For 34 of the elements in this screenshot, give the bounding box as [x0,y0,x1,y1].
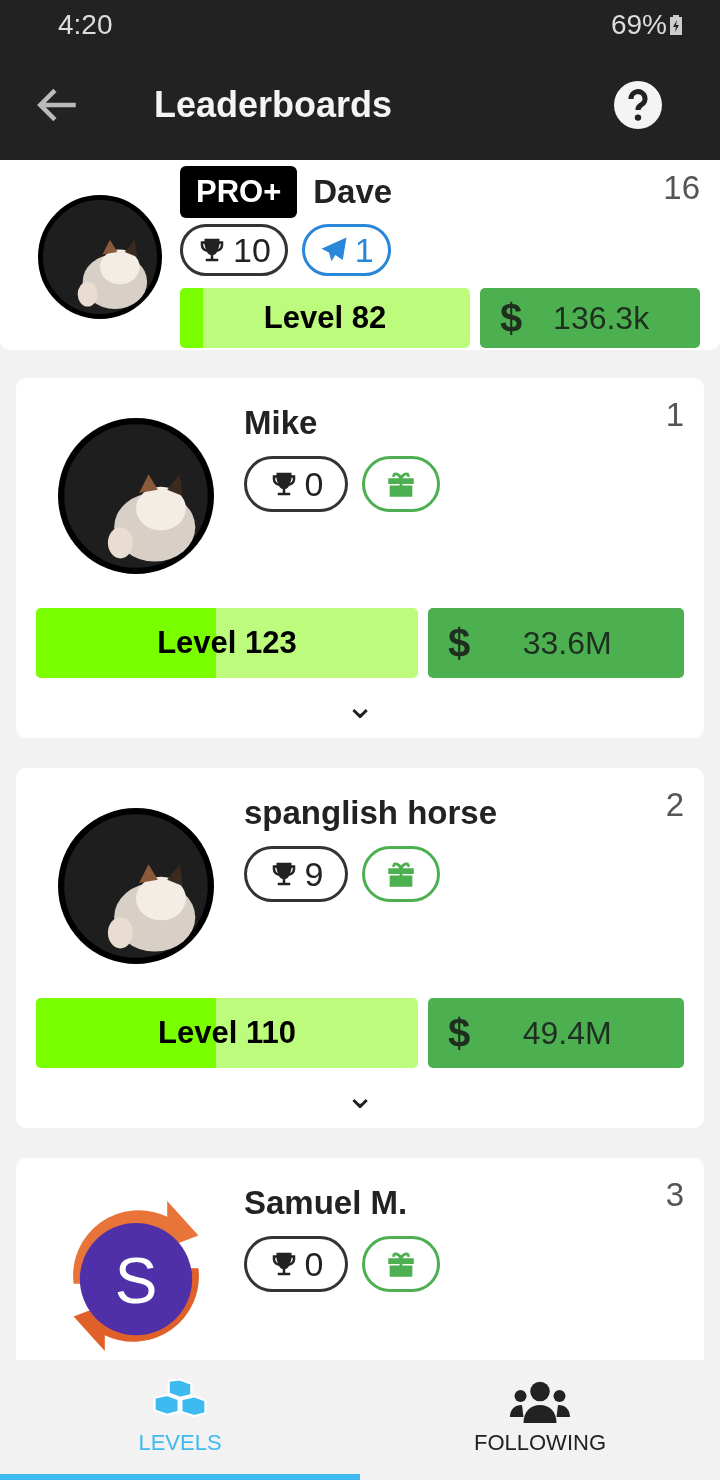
battery-charging-icon [670,15,682,35]
pro-plus-badge: PRO+ [180,166,298,218]
gift-button[interactable] [362,456,440,512]
money-bar: $ 136.3k [480,288,700,348]
expand-button[interactable]: ⌄ [340,686,380,726]
rank-number: 3 [665,1176,684,1214]
player-name: Mike [244,404,319,442]
rank-number: 1 [665,396,684,434]
avatar-letter: S [114,1244,158,1318]
battery-level: 69% [610,9,667,41]
player-name: Dave [313,173,393,211]
gift-button[interactable] [362,846,440,902]
level-bar: Level 123 [36,608,418,678]
leaderboard-card[interactable]: spanglish horse 9 2 Level 110 $ 49.4M ⌄ [16,768,704,1128]
trophy-count-badge: 9 [244,846,348,902]
level-bar: Level 110 [36,998,418,1068]
expand-button[interactable]: ⌄ [340,1076,380,1116]
sent-count-badge[interactable]: 1 [301,224,391,276]
status-time: 4:20 [58,9,113,41]
player-name: Samuel M. [244,1184,409,1222]
trophy-count-badge: 0 [244,456,348,512]
level-bar: Level 82 [180,288,470,348]
money-bar: $ 33.6M [428,608,684,678]
money-bar: $ 49.4M [428,998,684,1068]
screen-title: Leaderboards [154,84,394,126]
gift-button[interactable] [362,1236,440,1292]
leaderboard-card[interactable]: Mike 0 1 Level 123 $ 33.6M ⌄ [16,378,704,738]
leaderboard-card[interactable]: S Samuel M. 0 3 [16,1158,704,1360]
trophy-count-badge: 0 [244,1236,348,1292]
rank-number: 16 [663,169,700,207]
trophy-count-badge: 10 [180,224,288,276]
rank-number: 2 [665,786,684,824]
help-icon[interactable] [614,81,662,129]
player-name: spanglish horse [244,794,498,832]
